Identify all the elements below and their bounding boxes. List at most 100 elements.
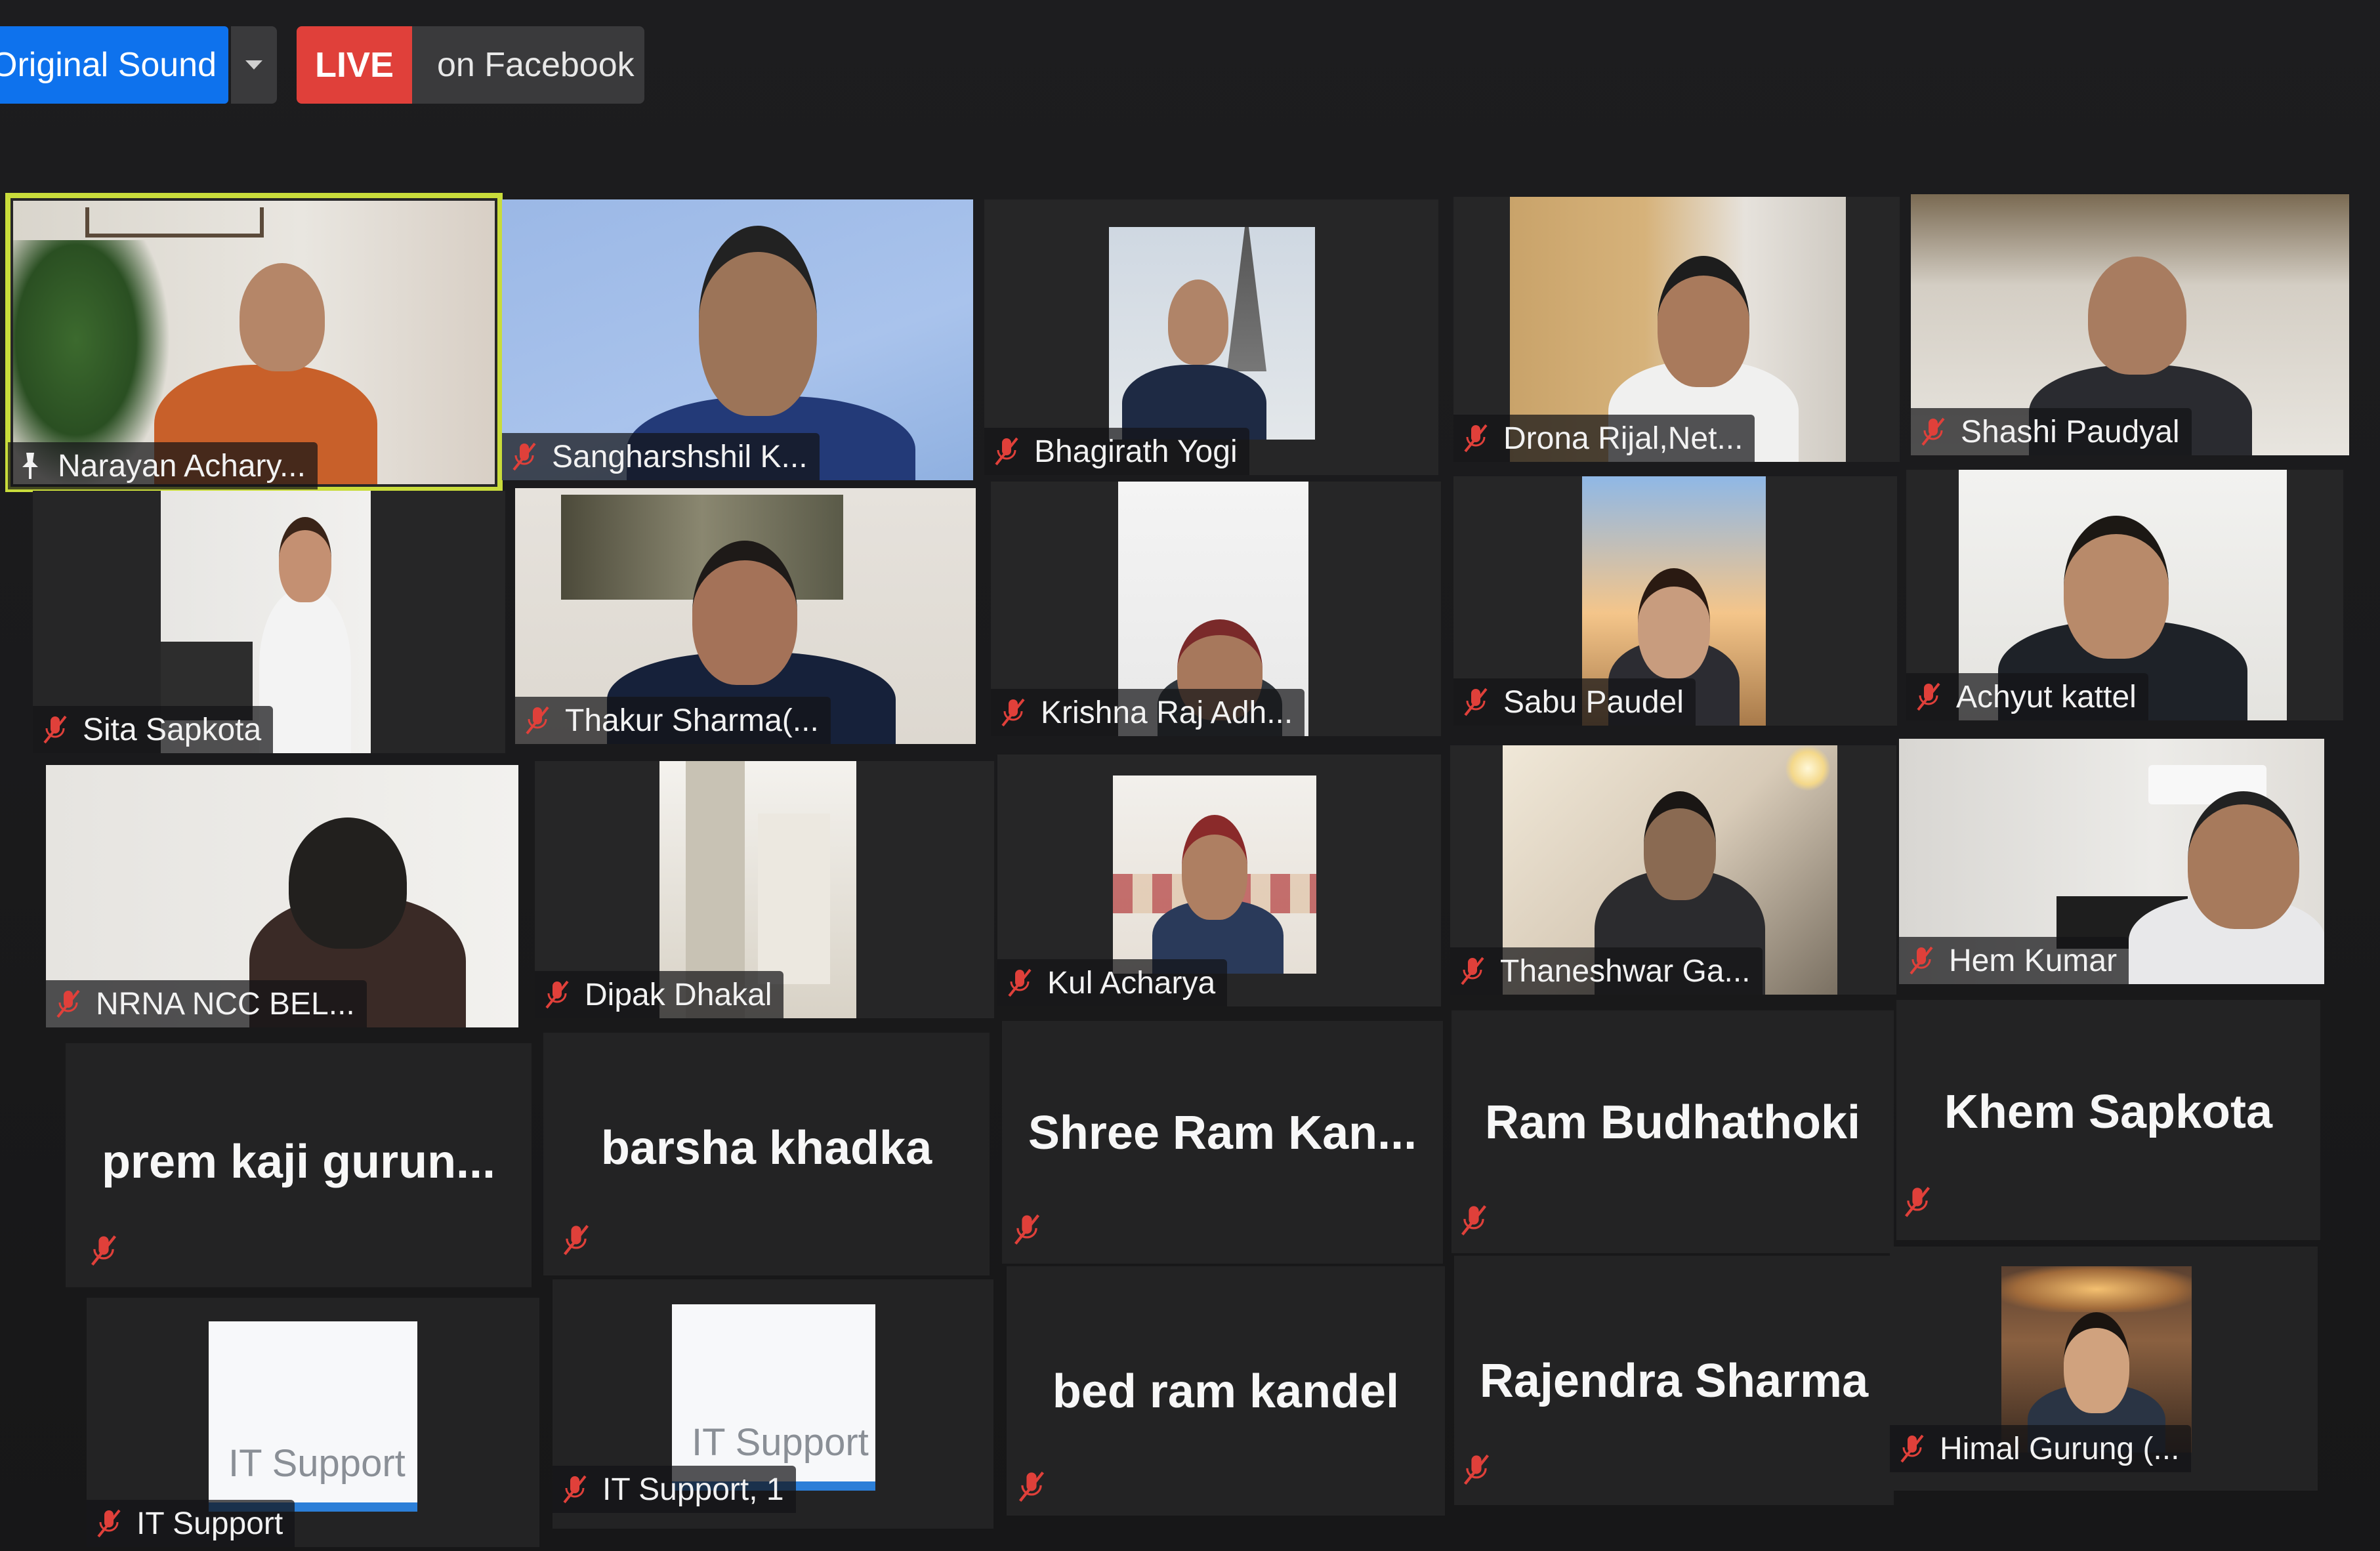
microphone-muted-icon [511, 441, 537, 472]
participant-tile[interactable]: Shashi Paudyal [1911, 194, 2349, 455]
microphone-muted-icon [524, 705, 551, 736]
participant-name-tag: Bhagirath Yogi [984, 428, 1249, 475]
it-support-card-text: IT Support [228, 1442, 406, 1485]
participant-name-tag: Sita Sapkota [33, 706, 274, 753]
participant-name: Achyut kattel [1956, 679, 2137, 714]
participant-tile[interactable]: Krishna Raj Adh... [991, 482, 1441, 736]
chevron-down-icon [245, 60, 262, 70]
microphone-muted-icon [42, 714, 68, 745]
participant-tile[interactable]: Sangharshshil K... [502, 199, 973, 480]
participant-tile[interactable]: Khem Sapkota [1896, 1000, 2320, 1240]
microphone-muted-icon [1462, 1453, 1491, 1487]
participant-tile[interactable]: IT Support IT Support, 1 [553, 1279, 993, 1529]
participant-tile[interactable]: Dipak Dhakal [535, 761, 994, 1018]
participant-name-tag: IT Support [87, 1500, 295, 1547]
original-sound-label: Original Sound [0, 46, 217, 84]
participant-name-tag: Sangharshshil K... [502, 433, 820, 480]
participant-name-tag: Drona Rijal,Net... [1453, 415, 1755, 462]
live-destination-label: on Facebook [437, 46, 635, 84]
participant-name: Krishna Raj Adh... [1041, 695, 1293, 730]
it-support-card: IT Support [209, 1321, 417, 1512]
participant-name: Ram Budhathoki [1484, 1096, 1861, 1149]
pin-icon [17, 450, 43, 482]
participant-tile[interactable]: Sabu Paudel [1453, 476, 1897, 726]
participant-name: bed ram kandel [1052, 1365, 1400, 1418]
participant-name: Hem Kumar [1949, 943, 2118, 978]
participant-tile[interactable]: NRNA NCC BEL... [46, 765, 518, 1027]
participant-tile[interactable]: Thakur Sharma(... [515, 488, 976, 744]
microphone-muted-icon [1920, 416, 1946, 447]
participant-name: Sita Sapkota [83, 712, 262, 747]
microphone-muted-icon [562, 1223, 591, 1257]
participant-name-tag: Hem Kumar [1899, 937, 2129, 984]
participant-tile[interactable]: Drona Rijal,Net... [1453, 197, 1900, 462]
it-support-card-text: IT Support [692, 1421, 869, 1464]
microphone-muted-icon [1899, 1433, 1925, 1464]
participant-video [1113, 776, 1316, 974]
microphone-muted-icon [1459, 955, 1486, 987]
participant-name: Dipak Dhakal [585, 977, 772, 1012]
participant-name-tag: Shashi Paudyal [1911, 408, 2192, 455]
participant-name-tag: IT Support, 1 [553, 1466, 796, 1513]
participant-name: Drona Rijal,Net... [1503, 421, 1743, 456]
participant-name: IT Support [136, 1506, 283, 1541]
participant-tile[interactable]: Kul Acharya [997, 755, 1441, 1006]
participant-name-tag: NRNA NCC BEL... [46, 980, 367, 1027]
participant-name: Kul Acharya [1047, 965, 1216, 1001]
participant-name: NRNA NCC BEL... [96, 986, 355, 1022]
participant-tile[interactable]: Achyut kattel [1906, 470, 2343, 720]
microphone-muted-icon [55, 988, 81, 1020]
microphone-muted-icon [1000, 697, 1026, 728]
original-sound-dropdown-button[interactable] [231, 26, 277, 104]
participant-name: Thaneshwar Ga... [1500, 953, 1751, 989]
participant-tile[interactable]: Narayan Achary... [5, 193, 503, 492]
participant-name-tag: Himal Gurung (... [1890, 1425, 2192, 1472]
top-toolbar: Original Sound LIVE on Facebook [0, 26, 722, 104]
participant-tile[interactable]: Hem Kumar [1899, 739, 2324, 984]
participant-name-tag: Krishna Raj Adh... [991, 689, 1305, 736]
participant-tile[interactable]: barsha khadka [543, 1033, 990, 1275]
microphone-muted-icon [1903, 1185, 1932, 1219]
microphone-muted-icon [1463, 686, 1489, 718]
participant-tile[interactable]: prem kaji gurun... [66, 1043, 532, 1287]
participant-name: Khem Sapkota [1944, 1086, 2273, 1138]
microphone-muted-icon [993, 436, 1020, 467]
microphone-muted-icon [89, 1233, 118, 1268]
participant-tile[interactable]: IT Support IT Support [87, 1298, 539, 1547]
participant-name: Sabu Paudel [1503, 684, 1684, 720]
participant-name: Rajendra Sharma [1479, 1355, 1869, 1407]
participant-name: Shree Ram Kan... [1028, 1107, 1417, 1159]
participant-tile[interactable]: Thaneshwar Ga... [1450, 745, 1896, 995]
participant-name-tag: Thakur Sharma(... [515, 697, 831, 744]
microphone-muted-icon [1463, 423, 1489, 454]
microphone-muted-icon [544, 979, 570, 1010]
live-on-facebook-button[interactable]: LIVE on Facebook [297, 26, 644, 104]
microphone-muted-icon [562, 1474, 588, 1505]
participant-tile[interactable]: Ram Budhathoki [1451, 1010, 1894, 1253]
microphone-muted-icon [96, 1508, 122, 1539]
microphone-muted-icon [1007, 967, 1033, 999]
it-support-card: IT Support [672, 1304, 875, 1491]
participant-name-tag: Thaneshwar Ga... [1450, 947, 1763, 995]
participant-name: barsha khadka [600, 1122, 932, 1174]
participant-tile[interactable]: bed ram kandel [1007, 1266, 1445, 1516]
original-sound-button[interactable]: Original Sound [0, 26, 228, 104]
participant-tile[interactable]: Sita Sapkota [33, 491, 505, 753]
participant-name-tag: Narayan Achary... [8, 442, 318, 489]
participant-tile[interactable]: Rajendra Sharma [1454, 1256, 1894, 1505]
participant-name: Sangharshshil K... [552, 439, 808, 474]
participant-name-tag: Kul Acharya [997, 959, 1228, 1006]
participant-video [1109, 227, 1315, 440]
participant-name: Thakur Sharma(... [565, 703, 819, 738]
participant-name-tag: Sabu Paudel [1453, 678, 1696, 726]
participant-tile[interactable]: Himal Gurung (... [1890, 1247, 2318, 1491]
microphone-muted-icon [1915, 681, 1942, 713]
microphone-muted-icon [1013, 1212, 1041, 1247]
live-badge: LIVE [297, 26, 412, 104]
participant-name-tag: Achyut kattel [1906, 673, 2148, 720]
microphone-muted-icon [1459, 1203, 1488, 1237]
zoom-gallery-view: Original Sound LIVE on Facebook Narayan … [0, 0, 2380, 1551]
participant-tile[interactable]: Shree Ram Kan... [1002, 1021, 1443, 1264]
participant-tile[interactable]: Bhagirath Yogi [984, 199, 1438, 475]
participant-name: Himal Gurung (... [1940, 1431, 2180, 1466]
